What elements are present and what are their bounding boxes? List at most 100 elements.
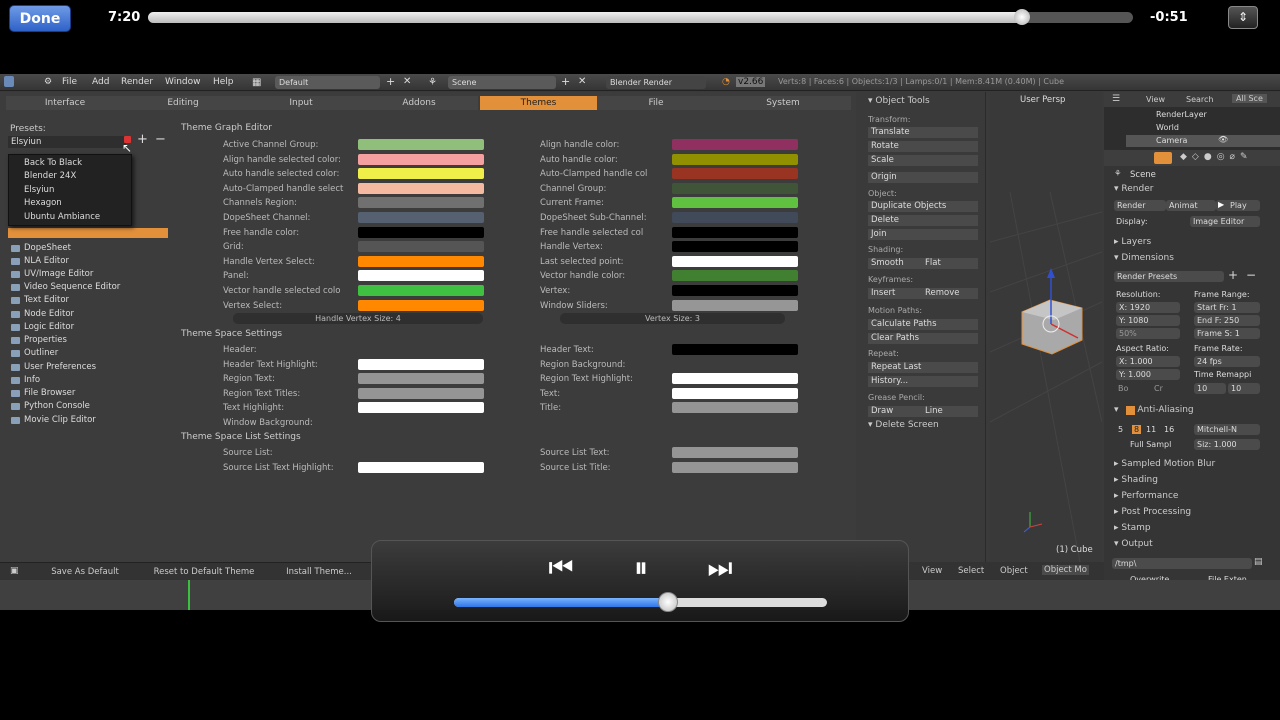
- remove-layout-icon[interactable]: ✕: [403, 76, 411, 87]
- add-render-preset-icon[interactable]: +: [1228, 268, 1238, 282]
- add-scene-icon[interactable]: +: [561, 75, 570, 88]
- menu-window[interactable]: Window: [165, 77, 201, 87]
- theme-color-swatch[interactable]: [672, 344, 798, 355]
- view-menu[interactable]: View: [922, 566, 942, 576]
- 3d-viewport[interactable]: User Persp (1) Cube: [990, 92, 1102, 562]
- outliner-renderlayer[interactable]: RenderLayer: [1156, 110, 1207, 119]
- theme-color-swatch[interactable]: [672, 402, 798, 414]
- theme-color-swatch[interactable]: [672, 255, 798, 267]
- menu-help[interactable]: Help: [213, 77, 234, 87]
- theme-color-swatch[interactable]: [672, 447, 798, 458]
- theme-color-swatch[interactable]: [672, 153, 798, 165]
- vertex-size-slider[interactable]: Vertex Size: 3: [560, 313, 785, 324]
- aa-checkbox[interactable]: [1126, 406, 1135, 415]
- next-track-icon[interactable]: ⏭: [695, 551, 745, 585]
- stamp-panel-header[interactable]: ▸ Stamp: [1114, 523, 1151, 533]
- editor-list-item[interactable]: Logic Editor: [8, 321, 168, 334]
- scale-button[interactable]: Scale: [868, 155, 978, 166]
- fullscreen-toggle-icon[interactable]: ⇕: [1228, 6, 1258, 29]
- theme-color-swatch[interactable]: [358, 417, 484, 428]
- outliner-camera-row[interactable]: Camera 👁: [1126, 135, 1280, 147]
- clear-paths-button[interactable]: Clear Paths: [868, 333, 978, 344]
- aa-size-field[interactable]: Siz: 1.000: [1194, 439, 1260, 450]
- outliner-view-menu[interactable]: View: [1146, 95, 1165, 104]
- remap-new-field[interactable]: 10: [1228, 383, 1260, 394]
- handle-vertex-size-slider[interactable]: Handle Vertex Size: 4: [233, 313, 483, 324]
- context-icons[interactable]: ◆◇●◎⌀✎: [1180, 152, 1253, 162]
- theme-color-swatch[interactable]: [672, 168, 798, 180]
- preset-back-to-black[interactable]: Back To Black: [24, 158, 82, 168]
- theme-color-swatch[interactable]: [672, 182, 798, 194]
- remap-old-field[interactable]: 10: [1194, 383, 1226, 394]
- repeat-last-button[interactable]: Repeat Last: [868, 362, 978, 373]
- aa-sample-16[interactable]: 16: [1164, 425, 1174, 434]
- delete-button[interactable]: Delete: [868, 215, 978, 226]
- remove-keyframe-button[interactable]: Remove: [922, 288, 978, 299]
- post-processing-panel-header[interactable]: ▸ Post Processing: [1114, 507, 1191, 517]
- start-frame-field[interactable]: Start Fr: 1: [1194, 302, 1260, 313]
- line-button[interactable]: Line: [922, 406, 978, 417]
- scene-field[interactable]: Scene: [448, 76, 556, 89]
- remove-render-preset-icon[interactable]: −: [1246, 268, 1256, 282]
- insert-keyframe-button[interactable]: Insert: [868, 288, 922, 299]
- render-button[interactable]: Render: [1114, 200, 1166, 211]
- aa-sample-8[interactable]: 8: [1132, 425, 1142, 434]
- dimensions-panel-header[interactable]: ▾ Dimensions: [1114, 253, 1174, 263]
- save-as-default-button[interactable]: Save As Default: [40, 566, 130, 578]
- outliner-type-icon[interactable]: ☰: [1112, 94, 1120, 104]
- current-frame-marker[interactable]: [188, 580, 190, 610]
- origin-button[interactable]: Origin: [868, 172, 978, 183]
- render-presets-select[interactable]: Render Presets: [1114, 271, 1224, 282]
- tab-system[interactable]: System: [715, 96, 851, 110]
- outliner-camera[interactable]: Camera: [1156, 136, 1187, 145]
- crop-checkbox[interactable]: Cr: [1154, 384, 1163, 393]
- theme-color-swatch[interactable]: [672, 212, 798, 223]
- outliner-display-select[interactable]: All Sce: [1232, 94, 1267, 103]
- border-checkbox[interactable]: Bo: [1118, 384, 1128, 393]
- duplicate-objects-button[interactable]: Duplicate Objects: [868, 201, 978, 212]
- editor-type-icon[interactable]: ▣: [10, 566, 22, 577]
- preset-ubuntu-ambiance[interactable]: Ubuntu Ambiance: [24, 212, 100, 222]
- theme-color-swatch[interactable]: [672, 358, 798, 370]
- reset-theme-button[interactable]: Reset to Default Theme: [140, 566, 268, 578]
- pause-icon[interactable]: ⏸: [616, 551, 666, 585]
- layout-field[interactable]: Default: [275, 76, 380, 89]
- tab-editing[interactable]: Editing: [124, 96, 242, 110]
- delete-screen-panel[interactable]: ▾ Delete Screen: [868, 420, 939, 430]
- remove-scene-icon[interactable]: ✕: [578, 76, 586, 87]
- object-menu[interactable]: Object: [1000, 566, 1028, 576]
- preset-hexagon[interactable]: Hexagon: [24, 198, 62, 208]
- visibility-eye-icon[interactable]: 👁: [1218, 135, 1228, 144]
- full-sample-checkbox[interactable]: Full Sampl: [1130, 440, 1171, 449]
- menu-file[interactable]: File: [62, 77, 77, 87]
- output-path-field[interactable]: /tmp\: [1112, 558, 1252, 569]
- resolution-y-field[interactable]: Y: 1080: [1116, 315, 1180, 326]
- render-context-icon[interactable]: [1154, 152, 1172, 164]
- outliner-world[interactable]: World: [1156, 123, 1179, 132]
- theme-color-swatch[interactable]: [672, 373, 798, 385]
- playback-scrubber[interactable]: [148, 9, 1133, 25]
- install-theme-button[interactable]: Install Theme...: [276, 566, 362, 578]
- layers-panel-header[interactable]: ▸ Layers: [1114, 237, 1151, 247]
- aa-sample-11[interactable]: 11: [1146, 425, 1156, 434]
- render-panel-header[interactable]: ▾ Render: [1114, 184, 1153, 194]
- theme-color-swatch[interactable]: [672, 461, 798, 473]
- rotate-button[interactable]: Rotate: [868, 141, 978, 152]
- translate-button[interactable]: Translate: [868, 127, 978, 138]
- aa-filter-select[interactable]: Mitchell-N: [1194, 424, 1260, 435]
- add-layout-icon[interactable]: +: [386, 75, 395, 88]
- select-menu[interactable]: Select: [958, 566, 984, 576]
- frame-step-field[interactable]: Frame S: 1: [1194, 328, 1260, 339]
- screen-layout-icon[interactable]: ▦: [252, 77, 261, 88]
- presets-dropdown[interactable]: Elsyiun: [8, 136, 126, 148]
- theme-color-swatch[interactable]: [672, 197, 798, 209]
- theme-color-swatch[interactable]: [672, 299, 798, 311]
- resolution-percent-field[interactable]: 50%: [1116, 328, 1180, 339]
- object-mode-select[interactable]: Object Mo: [1042, 565, 1089, 575]
- history-button[interactable]: History...: [868, 376, 978, 387]
- tab-file[interactable]: File: [597, 96, 715, 110]
- scrubber-knob[interactable]: [1013, 9, 1030, 25]
- performance-panel-header[interactable]: ▸ Performance: [1114, 491, 1178, 501]
- calculate-paths-button[interactable]: Calculate Paths: [868, 319, 978, 330]
- outliner-search-menu[interactable]: Search: [1186, 95, 1213, 104]
